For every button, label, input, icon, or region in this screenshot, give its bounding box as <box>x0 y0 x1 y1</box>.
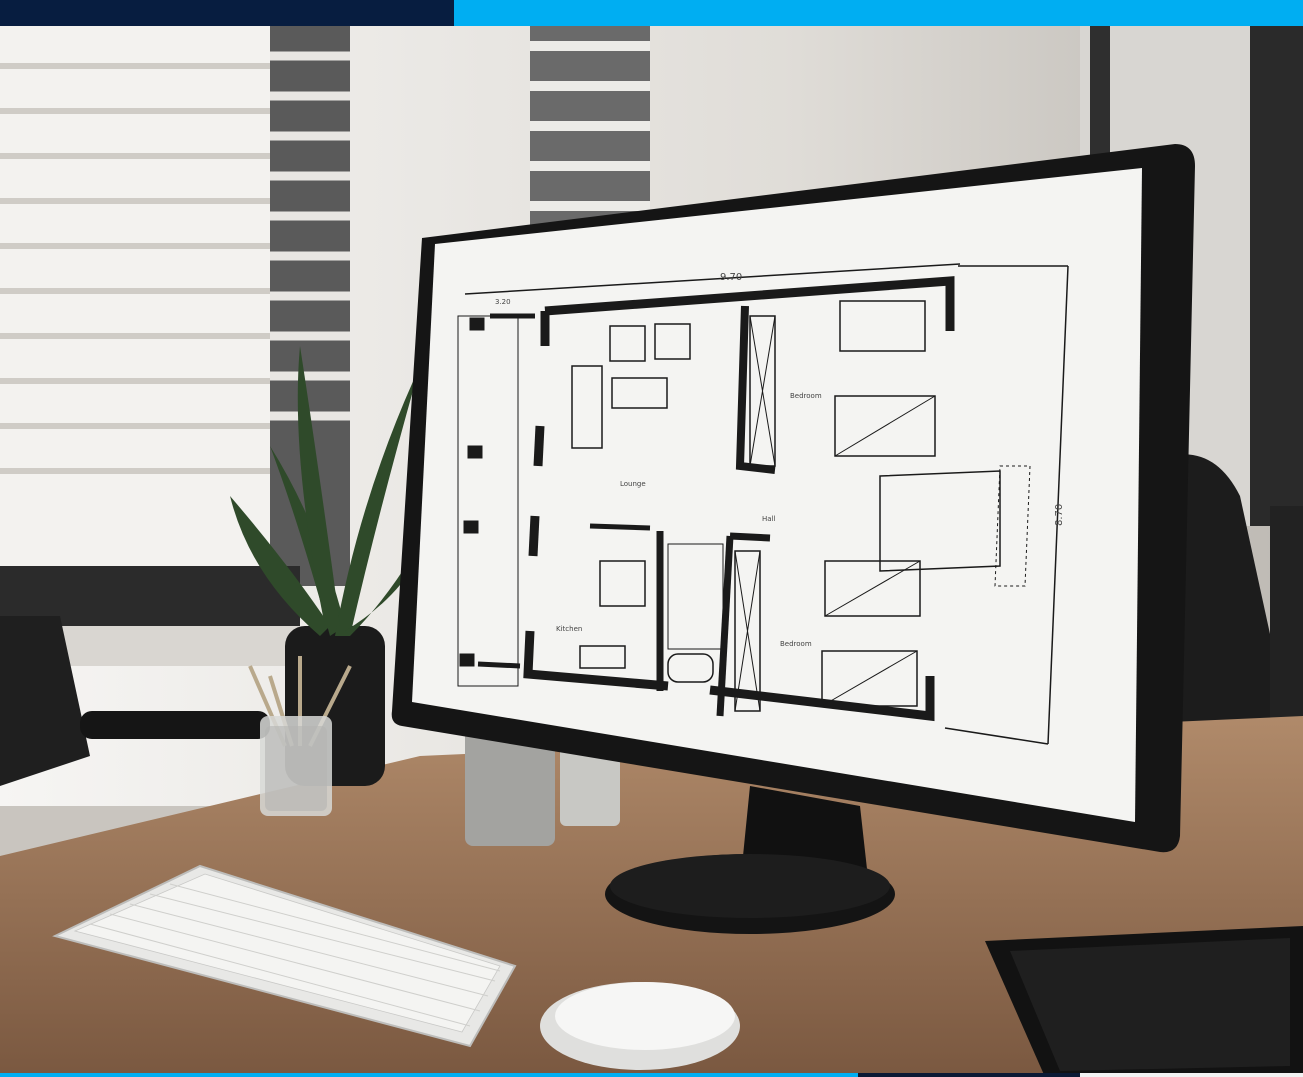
room-kitchen-label: Kitchen <box>556 625 582 633</box>
room-lounge-label: Lounge <box>620 480 646 488</box>
dim-top-label: 9.70 <box>720 272 742 283</box>
bottom-banner-segment-c <box>1080 1073 1303 1077</box>
bottom-banner-segment-a <box>0 1073 858 1077</box>
room-bedroom-top-label: Bedroom <box>790 392 822 400</box>
bottom-banner-segment-b <box>858 1073 1080 1077</box>
dim-left-label: 3.20 <box>495 298 511 306</box>
dim-right-label: 8.70 <box>1054 504 1065 526</box>
bottom-banner <box>0 1073 1303 1077</box>
mouse-icon <box>540 982 740 1070</box>
office-desk-photo: 9.70 3.20 8.70 Lounge Bedroom Hall Kitch… <box>0 26 1303 1077</box>
room-bedroom-bottom-label: Bedroom <box>780 640 812 648</box>
room-hall-label: Hall <box>762 515 775 523</box>
top-banner-dark-segment <box>0 0 454 26</box>
top-banner <box>0 0 1303 26</box>
top-banner-light-segment <box>454 0 1303 26</box>
